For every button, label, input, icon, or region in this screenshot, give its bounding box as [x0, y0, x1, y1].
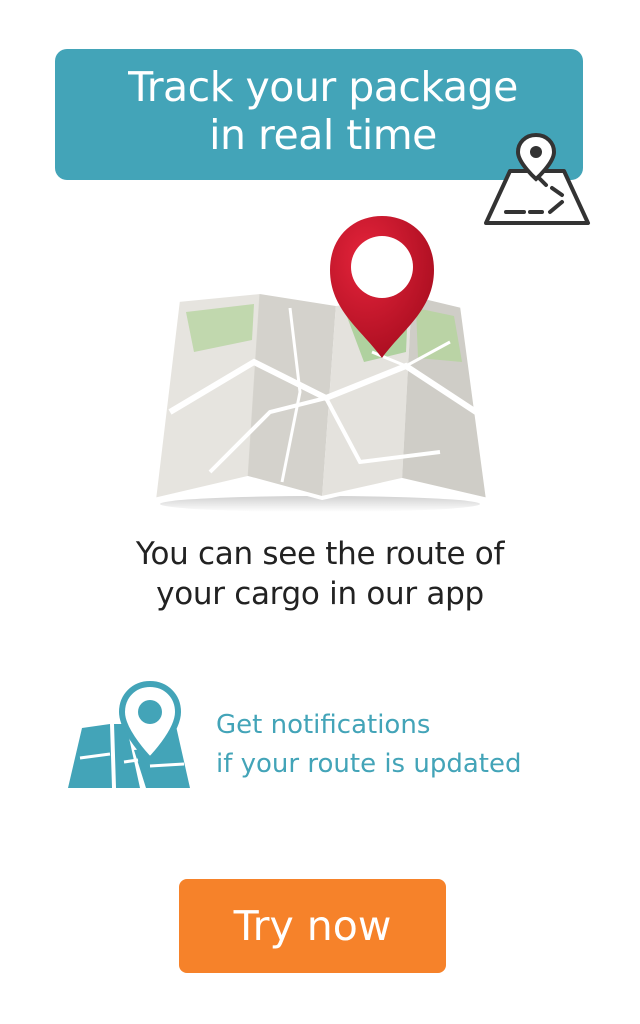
promo-screen: Track your package in real time You can … — [0, 0, 640, 1024]
notification-text: Get notifications if your route is updat… — [216, 706, 616, 784]
description-text: You can see the route of your cargo in o… — [60, 534, 580, 614]
notification-line-1: Get notifications — [216, 710, 431, 740]
map-pin-icon — [68, 680, 190, 788]
banner-title-line-2: in real time — [209, 111, 437, 159]
description-line-1: You can see the route of — [135, 536, 505, 572]
folded-map-illustration — [152, 216, 490, 512]
banner-title-line-1: Track your package — [128, 63, 518, 111]
notification-line-2: if your route is updated — [216, 749, 522, 779]
map-route-pin-icon — [484, 133, 590, 225]
try-now-button[interactable]: Try now — [179, 879, 446, 973]
description-line-2: your cargo in our app — [156, 576, 484, 612]
